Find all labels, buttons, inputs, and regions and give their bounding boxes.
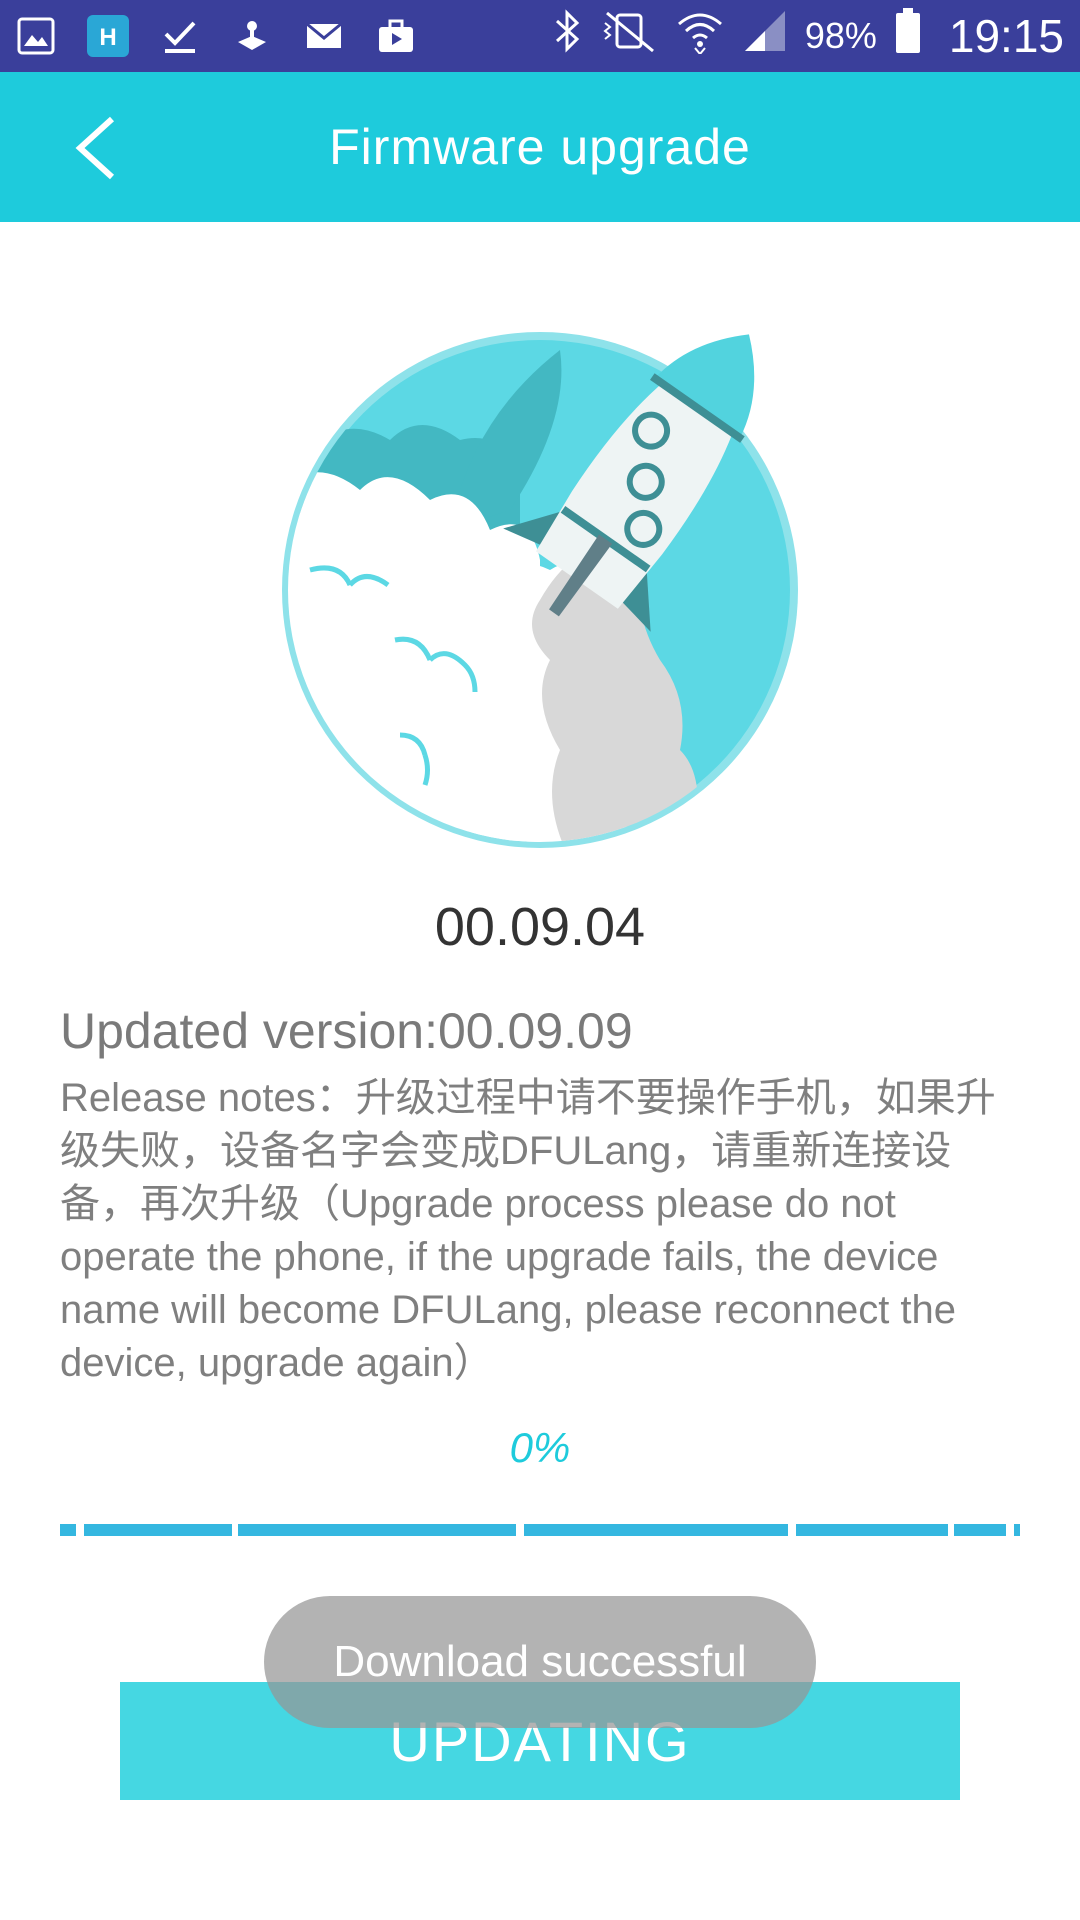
vibrate-mute-icon <box>601 9 657 63</box>
app-icon: H <box>86 14 130 58</box>
current-version: 00.09.04 <box>434 897 646 957</box>
progress-segment <box>60 1524 76 1536</box>
notification-icons: H <box>14 10 418 62</box>
system-status: 98% 19:15 <box>553 8 1064 64</box>
toast-message: Download successful <box>264 1596 816 1728</box>
progress-segment <box>238 1524 516 1536</box>
clock: 19:15 <box>948 10 1064 62</box>
svg-text:H: H <box>99 24 116 51</box>
game-icon <box>230 14 274 58</box>
gallery-icon <box>14 14 58 58</box>
progress-segment <box>796 1524 948 1536</box>
signal-icon <box>743 9 787 63</box>
page-title: Firmware upgrade <box>329 119 751 175</box>
bluetooth-icon <box>553 9 583 63</box>
updated-version: Updated version:00.09.09 <box>60 1003 633 1059</box>
progress-percent: 0% <box>509 1424 571 1471</box>
mail-icon <box>302 14 346 58</box>
battery-percent: 98% <box>804 15 877 56</box>
progress-segment <box>1014 1524 1020 1536</box>
wifi-icon <box>675 8 725 64</box>
progress-segment <box>524 1524 788 1536</box>
progress-segment <box>954 1524 1006 1536</box>
status-bar: H 98% 19:15 <box>0 0 1080 72</box>
download-done-icon <box>158 14 202 58</box>
progress-segment <box>84 1524 232 1536</box>
rocket-launch-illustration <box>270 300 810 860</box>
progress-bar <box>60 1524 1020 1536</box>
app-bar: Firmware upgrade <box>0 72 1080 222</box>
release-notes: Release notes：升级过程中请不要操作手机，如果升级失败，设备名字会变… <box>60 1076 996 1385</box>
battery-icon <box>895 8 921 64</box>
briefcase-icon <box>374 14 418 58</box>
